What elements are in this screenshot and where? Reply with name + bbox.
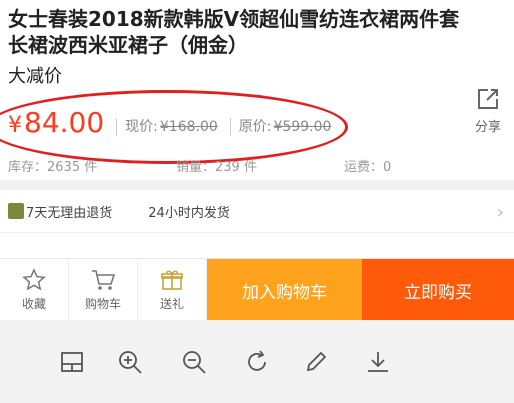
layout-icon[interactable] bbox=[58, 348, 86, 376]
share-label: 分享 bbox=[474, 120, 501, 135]
gift-label: 送礼 bbox=[159, 297, 184, 311]
star-icon bbox=[22, 268, 46, 291]
download-icon[interactable] bbox=[364, 348, 392, 376]
gift-icon bbox=[161, 270, 183, 290]
share-button[interactable]: 分享 bbox=[468, 86, 508, 135]
bottom-action-bar: 收藏 购物车 送礼 加入购物车 立即购买 bbox=[0, 258, 514, 321]
zoom-in-icon[interactable] bbox=[116, 348, 144, 376]
edit-icon[interactable] bbox=[302, 348, 330, 376]
cart-button[interactable]: 购物车 bbox=[69, 259, 138, 321]
annotation-circle bbox=[0, 90, 348, 164]
partial-row bbox=[0, 233, 514, 259]
section-divider bbox=[0, 180, 514, 190]
promo-label: 大减价 bbox=[8, 66, 62, 87]
cart-icon bbox=[92, 270, 116, 290]
share-icon bbox=[478, 89, 498, 109]
zoom-out-icon[interactable] bbox=[180, 348, 208, 376]
shipping-fee: 运费：0 bbox=[344, 160, 392, 175]
return-policy: 7天无理由退货 bbox=[26, 205, 113, 221]
favorite-label: 收藏 bbox=[21, 297, 46, 311]
cart-label: 购物车 bbox=[84, 297, 121, 311]
shipping-policy: 24小时内发货 bbox=[148, 205, 230, 221]
stats-row: 库存：2635 件 销量：239 件 运费：0 bbox=[8, 156, 508, 175]
add-to-cart-button[interactable]: 加入购物车 bbox=[207, 259, 362, 321]
stock-count: 库存：2635 件 bbox=[8, 160, 98, 175]
gift-button[interactable]: 送礼 bbox=[138, 259, 207, 321]
service-badge-icon bbox=[8, 203, 24, 219]
product-title: 女士春装2018新款韩版V领超仙雪纺连衣裙两件套长裙波西米亚裙子（佣金） bbox=[8, 7, 460, 57]
chevron-right-icon: › bbox=[496, 202, 504, 223]
rotate-icon[interactable] bbox=[243, 348, 271, 376]
service-policy-row[interactable]: 7天无理由退货 24小时内发货 › bbox=[0, 190, 514, 233]
sales-count: 销量：239 件 bbox=[176, 160, 257, 175]
favorite-button[interactable]: 收藏 bbox=[0, 259, 69, 321]
buy-now-button[interactable]: 立即购买 bbox=[362, 259, 514, 321]
